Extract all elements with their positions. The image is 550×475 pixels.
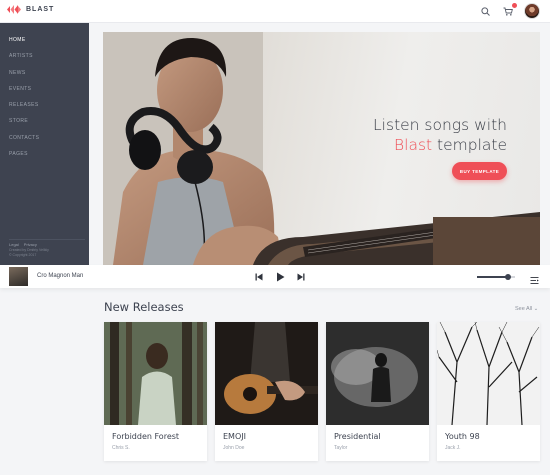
logo-icon [7,5,21,14]
top-bar: BLAST [0,0,550,23]
search-icon [480,6,490,16]
cart-icon [503,7,513,16]
next-button[interactable] [296,271,306,282]
release-cover-emoji [215,322,318,425]
sidebar-item-artists[interactable]: ARTISTS [0,54,89,70]
cart-badge [512,3,517,8]
sidebar-item-home[interactable]: HOME [0,37,89,54]
user-avatar[interactable] [524,3,540,19]
previous-button[interactable] [254,271,264,282]
release-card[interactable]: Forbidden Forest Chris S. [104,322,207,461]
hero-line-2-rest: template [432,136,507,154]
volume-slider[interactable] [477,274,515,280]
buy-template-button[interactable]: BUY TEMPLATE [452,162,507,180]
release-card[interactable]: Presidential Taylor [326,322,429,461]
section-title: New Releases [104,300,184,314]
playlist-button[interactable] [530,272,539,284]
play-button[interactable] [275,271,285,282]
player-controls [254,271,306,282]
hero-line-2: Blast template [373,135,507,155]
volume-fill [477,276,509,278]
see-all-label: See All [515,306,533,312]
playlist-icon [530,277,539,284]
release-artist: Taylor [334,445,348,451]
sidebar-item-contacts[interactable]: CONTACTS [0,135,89,152]
sidebar-item-news[interactable]: NEWS [0,70,89,87]
release-artist: Chris S. [112,445,130,451]
chevron-down-icon: ⌄ [533,306,539,312]
sidebar-footer: Legal Privacy Created by Dmitriy Velikiy… [9,239,85,258]
play-icon [276,272,284,281]
release-cover-presidential [326,322,429,425]
volume-knob[interactable] [505,274,512,280]
sidebar-item-pages[interactable]: PAGES [0,152,89,168]
hero-headline: Listen songs with Blast template [373,115,507,155]
hero-accent-word: Blast [393,136,433,154]
release-cover-youth [437,322,540,425]
release-artist: John Doe [223,445,245,451]
release-cover-forest [104,322,207,425]
hero-line-1: Listen songs with [373,116,507,134]
release-title: Forbidden Forest [112,432,180,441]
brand-logo[interactable]: BLAST [7,5,54,14]
release-title: Youth 98 [445,432,480,441]
search-button[interactable] [478,4,492,18]
sidebar-item-store[interactable]: STORE [0,119,89,135]
release-title: EMOJI [223,432,246,441]
cart-button[interactable] [501,3,517,18]
sidebar: HOME ARTISTS NEWS EVENTS RELEASES STORE … [0,23,89,265]
release-title: Presidential [334,432,381,441]
sidebar-item-events[interactable]: EVENTS [0,86,89,103]
see-all-link[interactable]: See All ⌄ [515,306,538,312]
hero-banner: Listen songs with Blast template BUY TEM… [103,32,540,265]
sidebar-item-releases[interactable]: RELEASES [0,103,89,119]
music-player: Cro Magnon Man [0,265,550,288]
release-card[interactable]: Youth 98 Jack J. [437,322,540,461]
skip-forward-icon [297,273,305,280]
track-title[interactable]: Cro Magnon Man [37,273,83,279]
release-artist: Jack J. [445,445,461,451]
copyright-text: © Copyright 2017 [9,253,37,257]
release-card[interactable]: EMOJI John Doe [215,322,318,461]
sidebar-nav: HOME ARTISTS NEWS EVENTS RELEASES STORE … [0,23,89,168]
skip-back-icon [255,273,263,280]
track-cover[interactable] [9,267,28,286]
brand-name: BLAST [26,6,55,13]
